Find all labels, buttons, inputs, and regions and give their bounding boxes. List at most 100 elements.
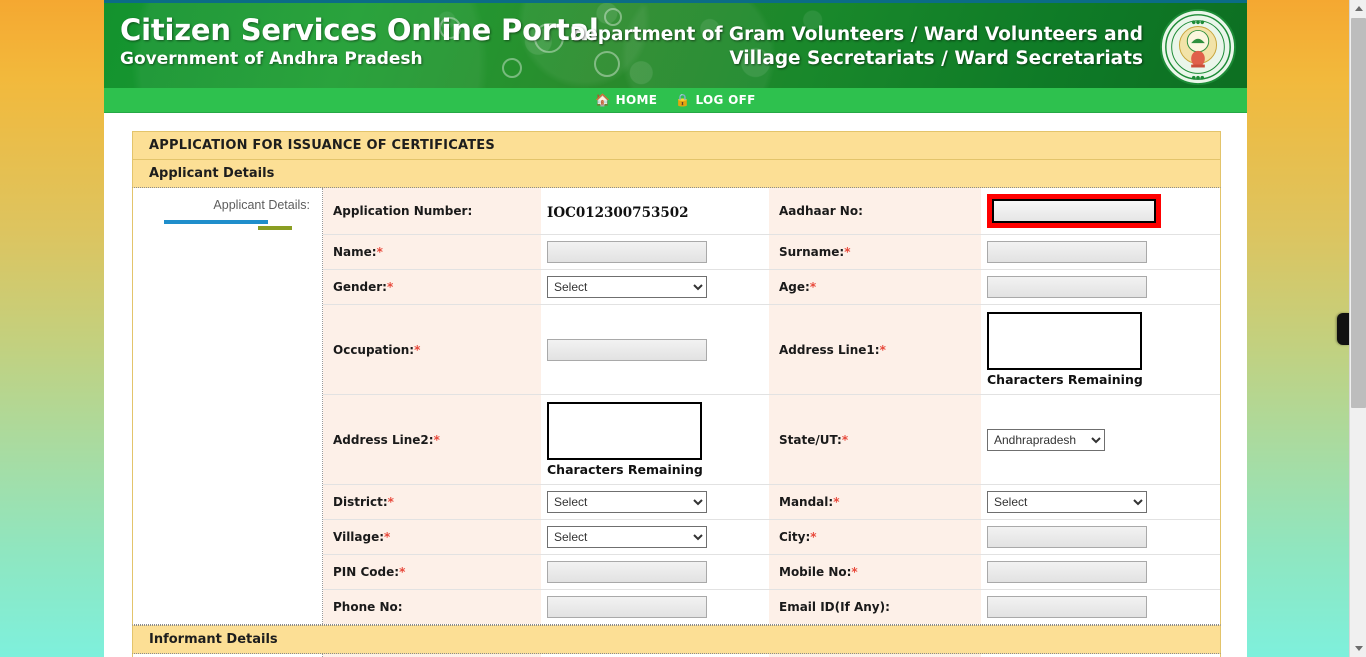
scroll-down-arrow-icon[interactable] [1350,640,1366,657]
application-number-value: IOC012300753502 [547,204,689,221]
state-label-text: State/UT: [779,432,842,447]
occupation-cell [541,304,769,395]
required-asterisk: * [376,245,383,259]
required-asterisk: * [841,432,849,447]
state-cell: Andhrapradesh [981,394,1220,485]
main-navbar[interactable]: 🏠 HOME 🔒 LOG OFF [104,88,1247,113]
table-row: Address Line2:* Characters Remaining Sta… [323,394,1220,485]
age-cell [981,269,1220,305]
mobile-input[interactable] [987,561,1147,583]
age-input[interactable] [987,276,1147,298]
application-number-label: Application Number: [323,188,541,235]
home-icon: 🏠 [595,93,611,107]
tab-underline-blue [164,220,268,224]
state-emblem-icon: ●●● ●●● [1159,8,1237,86]
gender-select[interactable]: Select [547,276,707,298]
department-line-2: Village Secretariats / Ward Secretariats [729,48,1143,70]
department-line-1: Department of Gram Volunteers / Ward Vol… [569,24,1143,45]
surname-cell [981,234,1220,270]
mobile-label-text: Mobile No: [779,565,852,579]
state-select[interactable]: Andhrapradesh [987,428,1105,451]
address-line1-cell: Characters Remaining [981,304,1220,395]
phone-input[interactable] [547,596,707,618]
phone-label-text: Phone No: [333,600,403,614]
state-label: State/UT:* [769,394,981,485]
surname-input[interactable] [987,241,1147,263]
scrollbar-thumb[interactable] [1351,18,1366,408]
occupation-input[interactable] [547,338,707,361]
table-row: Name:* Surname:* [323,234,1220,270]
table-row: Occupation:* Address Line1:* Characters … [323,304,1220,395]
nav-item-home[interactable]: 🏠 HOME [595,93,657,107]
aadhaar-input[interactable] [992,199,1156,223]
required-asterisk: * [399,565,406,579]
table-row: PIN Code:* Mobile No:* [323,554,1220,590]
aadhaar-label-text: Aadhaar No: [779,204,863,218]
gender-label: Gender:* [323,269,541,305]
svg-text:●●●: ●●● [1192,20,1205,26]
scroll-up-arrow-icon[interactable] [1350,0,1366,17]
name-label: Name:* [323,234,541,270]
email-input[interactable] [987,596,1147,618]
section-header-informant-details: Informant Details [132,625,1221,654]
required-asterisk: * [810,530,817,544]
district-label: District:* [323,484,541,520]
site-brand: Citizen Services Online Portal Governmen… [120,13,599,70]
name-cell [541,234,769,270]
village-label-text: Village: [333,530,385,544]
village-select[interactable]: Select [547,526,707,548]
city-label: City:* [769,519,981,555]
address-line2-label-text: Address Line2: [333,432,434,447]
email-cell [981,589,1220,624]
mobile-label: Mobile No:* [769,554,981,590]
occupation-label-text: Occupation: [333,342,415,357]
edge-pull-tab[interactable] [1337,313,1349,345]
applicant-tab-column[interactable]: Applicant Details: [133,188,323,624]
svg-text:●●●: ●●● [1192,75,1205,81]
district-cell: Select [541,484,769,520]
aadhaar-focus-highlight [987,194,1161,228]
mandal-select[interactable]: Select [987,491,1147,513]
pincode-input[interactable] [547,561,707,583]
address-line2-textarea[interactable] [547,402,702,460]
name-input[interactable] [547,241,707,263]
address-line1-textarea[interactable] [987,312,1142,370]
table-row: Village:* Select City:* [323,519,1220,555]
portal-subtitle: Government of Andhra Pradesh [120,49,423,70]
phone-cell [541,589,769,624]
table-row: Application Number: IOC012300753502 Aadh… [323,188,1220,235]
mandal-label: Mandal:* [769,484,981,520]
aadhaar-cell [981,188,1220,235]
section-body-applicant-details: Applicant Details: Application Number: I… [132,188,1221,625]
name-label-text: Name: [333,245,377,259]
age-label-text: Age: [779,280,810,294]
email-label-text: Email ID(If Any): [779,600,890,614]
address-line1-chars-remaining: Characters Remaining [987,372,1143,387]
department-title: Department of Gram Volunteers / Ward Vol… [570,23,1143,72]
required-asterisk: * [851,565,858,579]
city-cell [981,519,1220,555]
district-select[interactable]: Select [547,491,707,513]
table-row: District:* Select Mandal:* Select [323,484,1220,520]
mobile-cell [981,554,1220,590]
tab-underline-olive [258,226,292,230]
site-header-banner: Citizen Services Online Portal Governmen… [104,0,1247,88]
nav-item-home-label: HOME [615,93,658,107]
required-asterisk: * [844,245,851,259]
city-label-text: City: [779,530,811,544]
pincode-label: PIN Code:* [323,554,541,590]
gender-cell: Select [541,269,769,305]
aadhaar-label: Aadhaar No: [769,188,981,235]
mandal-label-text: Mandal: [779,495,834,509]
address-line1-label-text: Address Line1: [779,342,880,357]
portal-title: Citizen Services Online Portal [120,13,599,47]
applicant-tab-label: Applicant Details: [213,198,310,212]
gender-label-text: Gender: [333,280,387,294]
mandal-cell: Select [981,484,1220,520]
required-asterisk: * [433,432,440,447]
nav-item-log-off[interactable]: 🔒 LOG OFF [675,93,755,107]
surname-label: Surname:* [769,234,981,270]
village-label: Village:* [323,519,541,555]
city-input[interactable] [987,526,1147,548]
vertical-scrollbar[interactable] [1349,0,1366,657]
